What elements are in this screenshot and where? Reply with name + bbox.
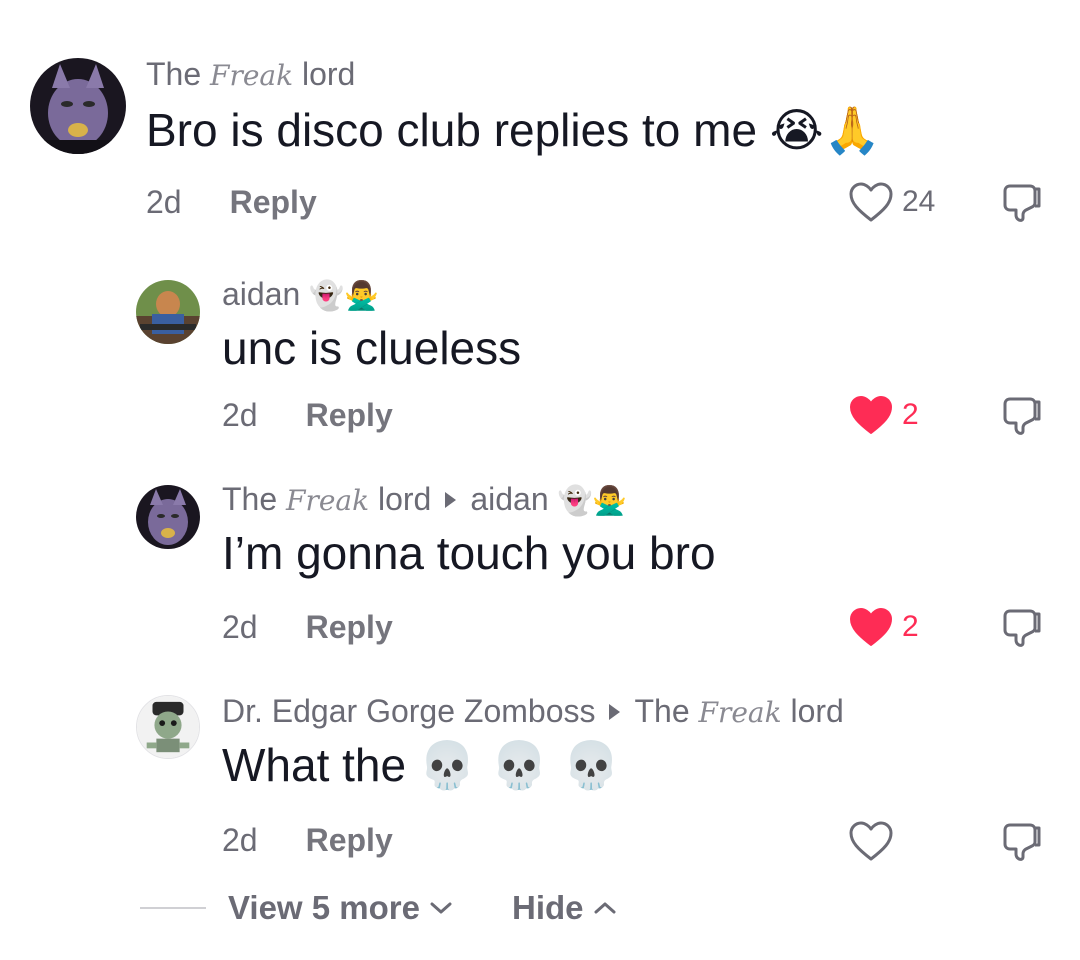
reply-button[interactable]: Reply <box>306 822 393 858</box>
like-button[interactable] <box>848 819 902 863</box>
reply-arrow-icon <box>609 703 621 720</box>
reply-to-username[interactable]: The Freak lord <box>634 693 843 729</box>
view-more-replies-button[interactable]: View 5 more <box>228 889 452 927</box>
heart-filled-icon <box>850 396 892 434</box>
freak-lord-avatar-image <box>30 58 126 154</box>
thumbs-down-icon <box>1003 823 1041 861</box>
reply-to-username[interactable]: aidan <box>470 481 548 517</box>
replies-footer: View 5 more Hide <box>140 882 616 934</box>
comment-text: What the 💀 💀 💀 <box>222 738 620 792</box>
reply-item: aidan 👻🙅‍♂️ unc is clueless 2d Reply 2 <box>0 250 1080 465</box>
hide-label: Hide <box>512 889 584 926</box>
divider <box>140 907 206 909</box>
thumbs-down-icon <box>1003 397 1041 435</box>
dislike-button[interactable] <box>1000 180 1044 224</box>
thumbs-down-icon <box>1003 184 1041 222</box>
like-button[interactable]: 2 <box>848 605 919 649</box>
username-fancy-text: Freak <box>286 484 370 517</box>
comment-text: unc is clueless <box>222 322 522 374</box>
avatar[interactable] <box>30 58 126 154</box>
heart-filled-icon <box>850 608 892 646</box>
emoji: 💀 💀 💀 <box>418 738 620 792</box>
comment-time: 2d <box>146 184 182 220</box>
avatar[interactable] <box>136 485 200 549</box>
comment-username[interactable]: aidan 👻🙅‍♂️ <box>222 274 521 316</box>
comment-meta: 2d Reply <box>146 182 317 222</box>
avatar[interactable] <box>136 280 200 344</box>
freak-lord-avatar-image <box>136 485 200 549</box>
comment-time: 2d <box>222 822 258 858</box>
comment-username[interactable]: The Freak lord <box>146 54 881 96</box>
reply-arrow-icon <box>445 491 457 508</box>
like-button[interactable]: 2 <box>848 393 919 437</box>
comment-text: I’m gonna touch you bro <box>222 527 716 579</box>
emoji: 👻🙅‍♂️ <box>557 484 628 517</box>
reply-item: The Freak lord aidan 👻🙅‍♂️ I’m gonna touc… <box>0 465 1080 677</box>
emoji: 😭🙏 <box>769 103 881 157</box>
dislike-button[interactable] <box>1000 393 1044 437</box>
like-button[interactable]: 24 <box>848 180 935 224</box>
like-count: 2 <box>902 398 919 431</box>
zomboss-avatar-image <box>137 696 199 758</box>
comment-time: 2d <box>222 609 258 645</box>
chevron-up-icon <box>594 902 616 914</box>
emoji: 👻🙅‍♂️ <box>309 279 379 312</box>
dislike-button[interactable] <box>1000 605 1044 649</box>
comment-meta: 2d Reply <box>222 607 393 647</box>
chevron-down-icon <box>430 902 452 914</box>
like-count: 2 <box>902 610 919 643</box>
like-count: 24 <box>902 185 936 218</box>
comment-item: The Freak lord Bro is disco club replies… <box>0 0 1080 250</box>
comment-meta: 2d Reply <box>222 820 393 860</box>
reply-item: Dr. Edgar Gorge Zomboss The Freak lord Wh… <box>0 677 1080 877</box>
comment-username[interactable]: Dr. Edgar Gorge Zomboss The Freak lord <box>222 691 844 733</box>
avatar[interactable] <box>136 695 200 759</box>
comment-time: 2d <box>222 397 258 433</box>
comment-text: Bro is disco club replies to me 😭🙏 <box>146 103 881 157</box>
reply-button[interactable]: Reply <box>306 609 393 645</box>
heart-outline-icon <box>849 821 893 861</box>
reply-button[interactable]: Reply <box>306 397 393 433</box>
comment-username[interactable]: The Freak lord aidan 👻🙅‍♂️ <box>222 479 716 521</box>
comment-meta: 2d Reply <box>222 395 393 435</box>
thumbs-down-icon <box>1003 609 1041 647</box>
heart-outline-icon <box>849 182 893 222</box>
hide-replies-button[interactable]: Hide <box>512 889 616 927</box>
aidan-avatar-image <box>136 280 200 344</box>
view-more-label: View 5 more <box>228 889 420 926</box>
username-fancy-text: Freak <box>698 696 782 729</box>
username-fancy-text: Freak <box>210 59 294 92</box>
dislike-button[interactable] <box>1000 819 1044 863</box>
reply-button[interactable]: Reply <box>230 184 317 220</box>
